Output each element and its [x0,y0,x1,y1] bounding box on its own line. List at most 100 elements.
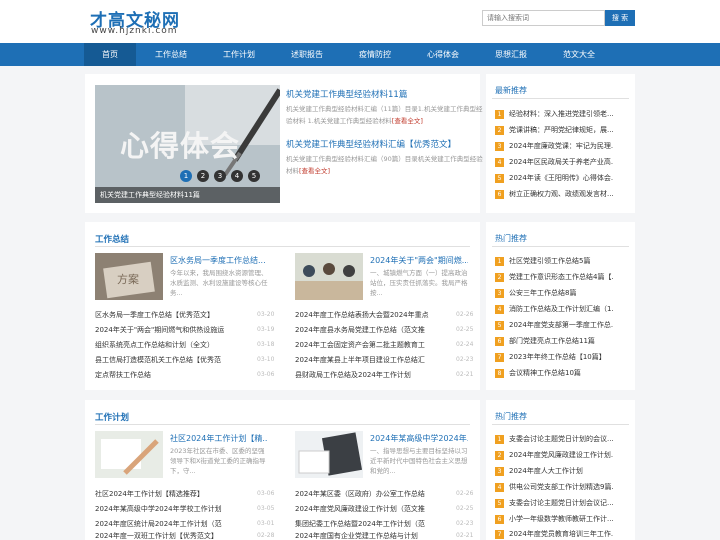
nav-report[interactable]: 述职报告 [281,43,333,66]
featured-title-1[interactable]: 机关党建工作典型经验材料11篇 [286,88,407,100]
slide-dot-3[interactable]: 3 [214,170,226,182]
calculator-image-icon [295,431,363,478]
plan-list-item[interactable]: 社区2024年工作计划【精选推荐】 [95,489,235,499]
hot-item[interactable]: 3 2024年度人大工作计划 [495,466,613,476]
rank-badge: 3 [495,142,504,151]
hot-item[interactable]: 1 支委会讨论主题党日计划的会议... [495,434,613,444]
hot-item[interactable]: 4 供电公司党支部工作计划精选9篇... [495,482,613,492]
hot-item[interactable]: 5 2024年度党支部第一季度工作总... [495,320,613,330]
search-input[interactable] [482,10,605,26]
nav-thoughts[interactable]: 思想汇报 [485,43,537,66]
nav-work-plan[interactable]: 工作计划 [213,43,265,66]
plan-list-item[interactable]: 2024年度党风廉政建设工作计划（范文推 [295,504,435,514]
summary-list-date: 03-19 [257,326,275,333]
read-more-link[interactable]: [查看全文] [392,117,423,125]
featured-title-2[interactable]: 机关党建工作典型经验材料汇编【优秀范文】 [286,138,456,150]
latest-item-text: 2024年区民政局关于养老产业高... [509,158,613,166]
hot-item[interactable]: 4 消防工作总结及工作计划汇编（1... [495,304,613,314]
hot-item-text: 社区党建引领工作总结5篇 [509,257,591,265]
summary-card-1-image[interactable]: 方案 [95,253,163,300]
hot-item[interactable]: 8 会议精神工作总结10篇 [495,368,613,378]
plan-list-item[interactable]: 集团纪委工作总结暨2024年工作计划（范 [295,519,435,529]
summary-list-item[interactable]: 2024年度某县上半年项目建设工作总结汇 [295,355,435,365]
plan-card-1-title[interactable]: 社区2024年工作计划【精... [170,433,268,444]
hot-item-text: 2023年年终工作总结【10篇】 [509,353,606,361]
latest-item[interactable]: 5 2024年读《王阳明传》心得体会... [495,173,613,183]
hot-item-text: 供电公司党支部工作计划精选9篇... [509,483,613,491]
plan-list-item[interactable]: 2024年度国有企业党建工作总结与计划 [295,531,435,540]
summary-list-item[interactable]: 2024年工会固定资产会第二批主题教育工 [295,340,435,350]
hot-title: 热门推荐 [495,412,527,421]
hot-item[interactable]: 6 小学一年级数学教师教研工作计... [495,514,613,524]
latest-item[interactable]: 3 2024年度廉政党课：牢记为民理... [495,141,613,151]
plan-card-2-title[interactable]: 2024年某高级中学2024年... [370,433,468,444]
hot-item-text: 2024年度党支部第一季度工作总... [509,321,613,329]
hot-item[interactable]: 7 2023年年终工作总结【10篇】 [495,352,613,362]
plan-list-date: 02-28 [257,532,275,539]
slide-dot-5[interactable]: 5 [248,170,260,182]
plan-list-item[interactable]: 2024年度一双班工作计划【优秀范文】 [95,531,235,540]
rank-badge: 7 [495,353,504,362]
summary-card-1-desc: 今年以来，我局围绕水资源管理、水质监测、水利设施建设等核心任务... [170,269,268,297]
hot-item[interactable]: 7 2024年度党员教育培训三年工作... [495,529,613,539]
hot-item[interactable]: 2 2024年度党风廉政建设工作计划... [495,450,613,460]
search-button[interactable]: 搜 索 [605,10,635,26]
latest-item[interactable]: 4 2024年区民政局关于养老产业高... [495,157,613,167]
plan-list-item[interactable]: 2024年度区统计局2024年工作计划（范 [95,519,235,529]
nav-work-summary[interactable]: 工作总结 [145,43,197,66]
latest-item[interactable]: 1 经验材料：深入推进党建引领老... [495,109,613,119]
hot-item-text: 支委会讨论主题党日计划的会议... [509,435,613,443]
summary-card-2-title[interactable]: 2024年关于"两会"期间燃... [370,255,468,266]
latest-item[interactable]: 2 党课讲稿：严明党纪律规矩，展... [495,125,613,135]
nav-essays[interactable]: 范文大全 [553,43,605,66]
plan-card-1-image[interactable] [95,431,163,478]
read-more-link[interactable]: [查看全文] [299,167,330,175]
hot-item[interactable]: 5 支委会讨论主题党日计划会议记... [495,498,613,508]
summary-section-title[interactable]: 工作总结 [95,233,129,245]
plan-card-2-image[interactable] [295,431,363,478]
summary-card-1-title[interactable]: 区水务局一季度工作总结... [170,255,268,266]
summary-list-date: 03-18 [257,341,275,348]
summary-list-item[interactable]: 2024年关于"两会"期间燃气和供热设施运 [95,325,235,335]
rank-badge: 8 [495,369,504,378]
hot-item[interactable]: 6 部门党建亮点工作总结11篇 [495,336,613,346]
featured-desc-1-text: 机关党建工作典型经验材料汇编（11篇）目录1.机关党建工作典型经验材料 1.机关… [286,105,483,125]
meeting-image-icon [295,253,363,300]
rank-badge: 3 [495,289,504,298]
nav-home[interactable]: 首页 [84,43,136,66]
rank-badge: 4 [495,305,504,314]
plan-section-title[interactable]: 工作计划 [95,411,129,423]
summary-list-item[interactable]: 2024年度工作总结表扬大会暨2024年重点 [295,310,435,320]
rank-badge: 2 [495,451,504,460]
divider [492,98,629,99]
latest-item[interactable]: 6 树立正确权力观、政绩观发言材... [495,189,613,199]
summary-list-item[interactable]: 县财政局工作总结及2024年工作计划 [295,370,435,380]
summary-list-item[interactable]: 2024年度县水务局党建工作总结（范文推 [295,325,435,335]
hot-item[interactable]: 1 社区党建引领工作总结5篇 [495,256,613,266]
latest-title: 最新推荐 [495,86,527,95]
summary-list-item[interactable]: 县工信局打造模范机关工作总结【优秀范 [95,355,235,365]
plan-list-item[interactable]: 2024年某区委（区政府）办公室工作总结 [295,489,435,499]
hot-item[interactable]: 2 党建工作意识形态工作总结4篇【... [495,272,613,282]
site-header: 才高文秘网 www.hjznki.com 搜 索 [0,0,720,43]
hot-item-text: 2024年度人大工作计划 [509,467,583,475]
nav-experience[interactable]: 心得体会 [417,43,469,66]
rank-badge: 6 [495,515,504,524]
slide-dot-1[interactable]: 1 [180,170,192,182]
divider [492,424,629,425]
plan-list-date: 03-05 [257,505,275,512]
summary-list-date: 02-25 [456,326,474,333]
nav-epidemic[interactable]: 疫情防控 [349,43,401,66]
rank-badge: 5 [495,499,504,508]
slide-dot-2[interactable]: 2 [197,170,209,182]
summary-card-2-image[interactable] [295,253,363,300]
summary-list-item[interactable]: 组织系统亮点工作总结和计划（全文） [95,340,235,350]
summary-list-item[interactable]: 定点帮扶工作总结 [95,370,235,380]
rank-badge: 1 [495,435,504,444]
summary-list-item[interactable]: 区水务局一季度工作总结【优秀范文】 [95,310,235,320]
hot-item[interactable]: 3 公安三年工作总结8篇 [495,288,613,298]
featured-slide[interactable]: 心得体会 机关党建工作典型经验材料11篇 [95,85,280,203]
slide-dot-4[interactable]: 4 [231,170,243,182]
plan-list-item[interactable]: 2024年某高级中学2024年学校工作计划 [95,504,235,514]
slide-caption[interactable]: 机关党建工作典型经验材料11篇 [95,187,280,203]
